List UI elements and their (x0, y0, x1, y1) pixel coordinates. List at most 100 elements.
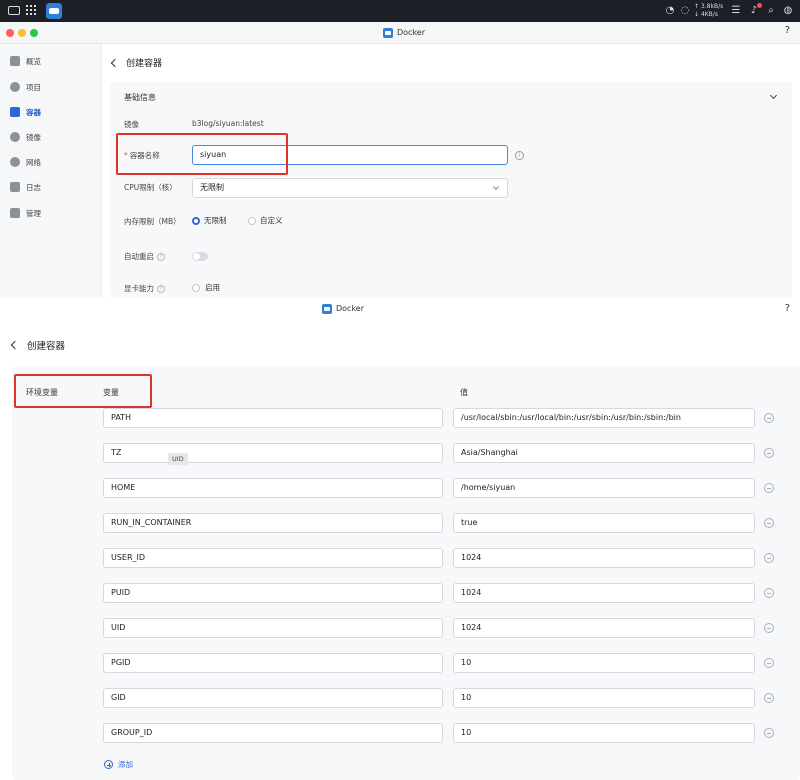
env-key-input[interactable]: RUN_IN_CONTAINER (103, 513, 443, 533)
minimize-window-button[interactable] (18, 29, 26, 37)
remove-row-icon[interactable] (764, 658, 774, 668)
sidebar-item-log[interactable]: 日志 (0, 178, 102, 196)
sidebar: 概览 项目 容器 镜像 网络 日志 管理 (0, 44, 102, 298)
back-chevron-icon[interactable] (10, 340, 20, 350)
docker-icon (322, 304, 332, 314)
env-key-input[interactable]: USER_ID (103, 548, 443, 568)
sidebar-item-label: 管理 (26, 208, 41, 218)
basic-info-card: 基础信息 镜像 b3log/siyuan:latest * 容器名称 siyuan… (110, 82, 792, 298)
sidebar-item-image[interactable]: 镜像 (0, 128, 102, 146)
sidebar-item-label: 镜像 (26, 132, 41, 142)
remove-row-icon[interactable] (764, 693, 774, 703)
net-down: ↓ 4KB/s (694, 11, 718, 18)
env-value-input[interactable]: 1024 (453, 618, 755, 638)
sidebar-item-network[interactable]: 网络 (0, 153, 102, 171)
sidebar-item-label: 日志 (26, 182, 41, 192)
env-key-input[interactable]: HOME (103, 478, 443, 498)
docker-icon (383, 28, 393, 38)
add-variable-button[interactable]: 添加 (104, 759, 133, 770)
maximize-window-button[interactable] (30, 29, 38, 37)
remove-row-icon[interactable] (764, 588, 774, 598)
env-value-input[interactable]: /home/siyuan (453, 478, 755, 498)
env-key-input[interactable]: PUID (103, 583, 443, 603)
network-speed-icon[interactable]: ◌ (679, 5, 691, 17)
highlight-box (116, 133, 288, 175)
dashboard-icon[interactable]: ◔ (664, 5, 676, 17)
radio-label: 自定义 (260, 216, 283, 225)
env-key-input[interactable]: UID (103, 618, 443, 638)
help-question-icon[interactable]: ? (157, 253, 165, 261)
collapse-chevron-icon[interactable] (769, 91, 778, 100)
info-icon[interactable]: i (515, 151, 524, 160)
gpu-label: 显卡能力? (124, 283, 165, 294)
env-value-input[interactable]: 1024 (453, 548, 755, 568)
env-key-input[interactable]: GROUP_ID (103, 723, 443, 743)
page-title: 创建容器 (27, 341, 66, 352)
autocomplete-tooltip[interactable]: UID (168, 453, 188, 465)
image-label: 镜像 (124, 120, 139, 129)
gpu-enable-checkbox[interactable]: 启用 (192, 282, 220, 293)
notification-badge (757, 3, 762, 8)
remove-row-icon[interactable] (764, 553, 774, 563)
chevron-down-icon (493, 184, 499, 190)
auto-restart-toggle[interactable] (192, 252, 208, 261)
env-key-input[interactable]: PGID (103, 653, 443, 673)
env-value-input[interactable]: Asia/Shanghai (453, 443, 755, 463)
env-vars-card: 环境变量 变量 值 PATH/usr/local/sbin:/usr/local… (12, 366, 800, 780)
highlight-box (14, 374, 152, 408)
help-question-icon[interactable]: ? (157, 285, 165, 293)
remove-row-icon[interactable] (764, 448, 774, 458)
sidebar-item-label: 概览 (26, 56, 41, 66)
remove-row-icon[interactable] (764, 728, 774, 738)
remove-row-icon[interactable] (764, 518, 774, 528)
env-value-input[interactable]: 1024 (453, 583, 755, 603)
back-chevron-icon[interactable] (110, 58, 120, 67)
system-menu-bar: ◔ ◌ ↑ 3.8kB/s ↓ 4KB/s ☰ ♪ ⌕ ◍ (0, 0, 800, 22)
section-title: 基础信息 (124, 93, 156, 102)
task-icon[interactable]: ☰ (730, 5, 742, 17)
page-header: 创建容器 (10, 338, 66, 352)
cpu-limit-select[interactable]: 无限制 (192, 178, 508, 198)
user-icon[interactable]: ◍ (782, 5, 794, 17)
remove-row-icon[interactable] (764, 413, 774, 423)
env-key-input[interactable]: GID (103, 688, 443, 708)
cpu-limit-value: 无限制 (200, 183, 224, 192)
auto-restart-label: 自动重启? (124, 251, 165, 262)
sidebar-item-label: 项目 (26, 82, 41, 92)
search-icon[interactable]: ⌕ (765, 5, 777, 17)
network-icon (10, 157, 20, 167)
sidebar-item-container[interactable]: 容器 (0, 103, 102, 121)
env-value-input[interactable]: 10 (453, 653, 755, 673)
container-icon (10, 107, 20, 117)
apps-grid-icon[interactable] (26, 5, 38, 17)
env-key-input[interactable]: TZ (103, 443, 443, 463)
memory-unlimited-radio[interactable]: 无限制 (192, 215, 227, 226)
env-value-input[interactable]: 10 (453, 688, 755, 708)
window-title: Docker (322, 302, 364, 316)
env-value-input[interactable]: /usr/local/sbin:/usr/local/bin:/usr/sbin… (453, 408, 755, 428)
env-value-input[interactable]: true (453, 513, 755, 533)
sidebar-item-label: 网络 (26, 157, 41, 167)
checkbox-icon (192, 283, 200, 292)
remove-row-icon[interactable] (764, 483, 774, 493)
help-button[interactable]: ? (785, 25, 790, 36)
sidebar-item-project[interactable]: 项目 (0, 78, 102, 96)
remove-row-icon[interactable] (764, 623, 774, 633)
close-window-button[interactable] (6, 29, 14, 37)
sidebar-item-overview[interactable]: 概览 (0, 52, 102, 70)
screen-icon[interactable] (8, 6, 20, 15)
window-title-bar: Docker ? (0, 298, 800, 320)
page-title: 创建容器 (126, 59, 163, 69)
radio-selected-icon (192, 216, 200, 225)
image-icon (10, 132, 20, 142)
sidebar-item-manage[interactable]: 管理 (0, 204, 102, 222)
docker-app-icon[interactable] (46, 3, 62, 19)
env-key-input[interactable]: PATH (103, 408, 443, 428)
add-variable-label: 添加 (118, 760, 133, 769)
sidebar-item-label: 容器 (26, 107, 41, 117)
env-value-input[interactable]: 10 (453, 723, 755, 743)
help-button[interactable]: ? (785, 303, 790, 314)
memory-custom-radio[interactable]: 自定义 (248, 215, 283, 226)
overview-icon (10, 56, 20, 66)
window-title-text: Docker (336, 304, 365, 313)
